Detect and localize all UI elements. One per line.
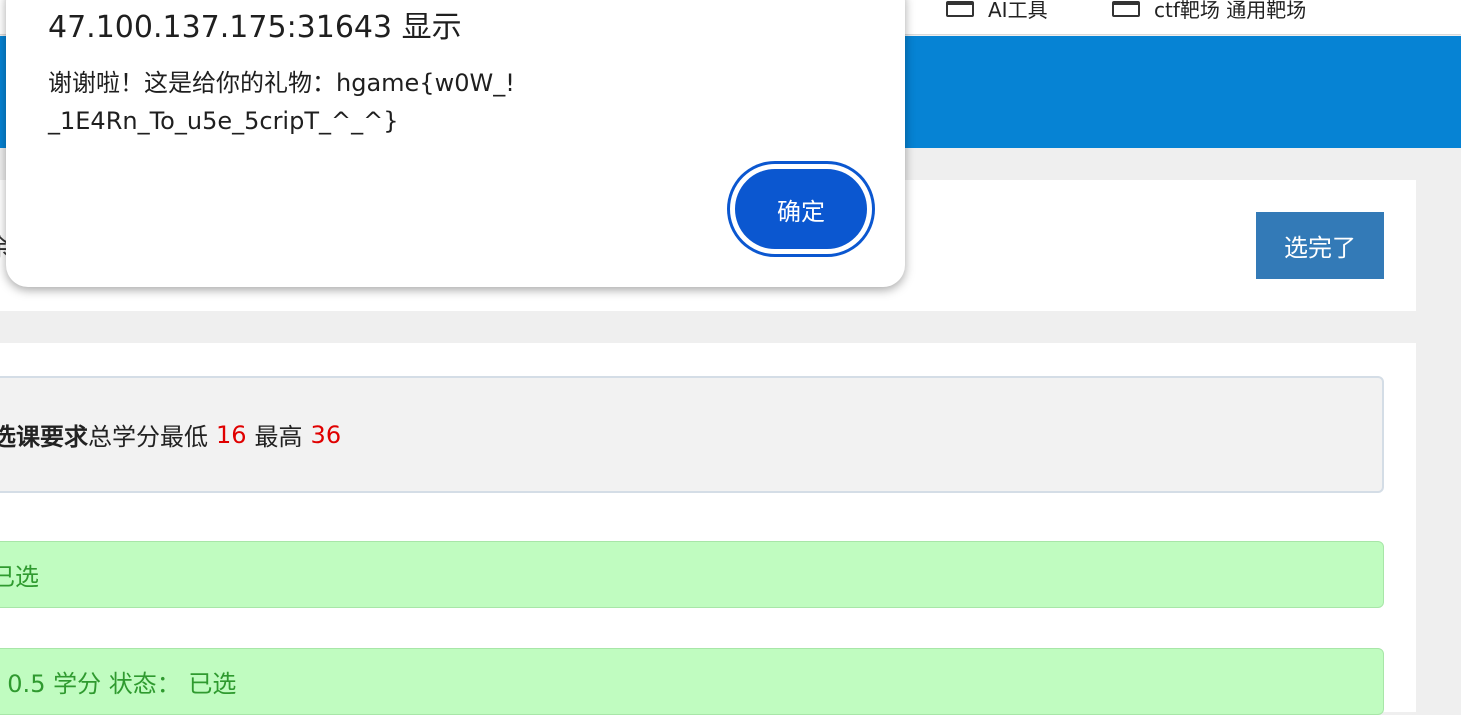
- bookmark-ctf-range[interactable]: ctf靶场 通用靶场: [1112, 0, 1306, 23]
- list-item[interactable]: 已选: [0, 541, 1384, 608]
- min-credits: 16: [216, 420, 247, 449]
- dialog-title: 47.100.137.175:31643 显示: [48, 10, 462, 45]
- course-status: - 0.5 学分 状态： 已选: [0, 670, 237, 698]
- ok-button[interactable]: 确定: [730, 164, 872, 254]
- folder-icon: [946, 0, 974, 17]
- bookmark-label: AI工具: [988, 0, 1048, 22]
- course-status: 已选: [0, 563, 39, 591]
- finish-selection-button[interactable]: 选完了: [1256, 212, 1384, 279]
- requirements-text: 总学分最低: [88, 423, 208, 451]
- folder-icon: [1112, 0, 1140, 17]
- requirements-panel: 选课要求 总学分最低 16 最高 36: [0, 376, 1384, 493]
- max-credits: 36: [310, 420, 342, 449]
- bookmark-label: ctf靶场 通用靶场: [1154, 0, 1307, 22]
- alert-dialog: 47.100.137.175:31643 显示 谢谢啦！这是给你的礼物：hgam…: [6, 0, 905, 287]
- course-list-card: 选课要求 总学分最低 16 最高 36 已选 - 0.5 学分 状态： 已选: [0, 343, 1416, 715]
- max-label: 最高: [254, 423, 303, 451]
- list-item[interactable]: - 0.5 学分 状态： 已选: [0, 648, 1384, 715]
- dialog-message: 谢谢啦！这是给你的礼物：hgame{w0W_! _1E4Rn_To_u5e_5c…: [48, 69, 515, 135]
- bookmark-ai-tools[interactable]: AI工具: [946, 0, 1048, 23]
- requirements-title: 选课要求: [0, 423, 88, 451]
